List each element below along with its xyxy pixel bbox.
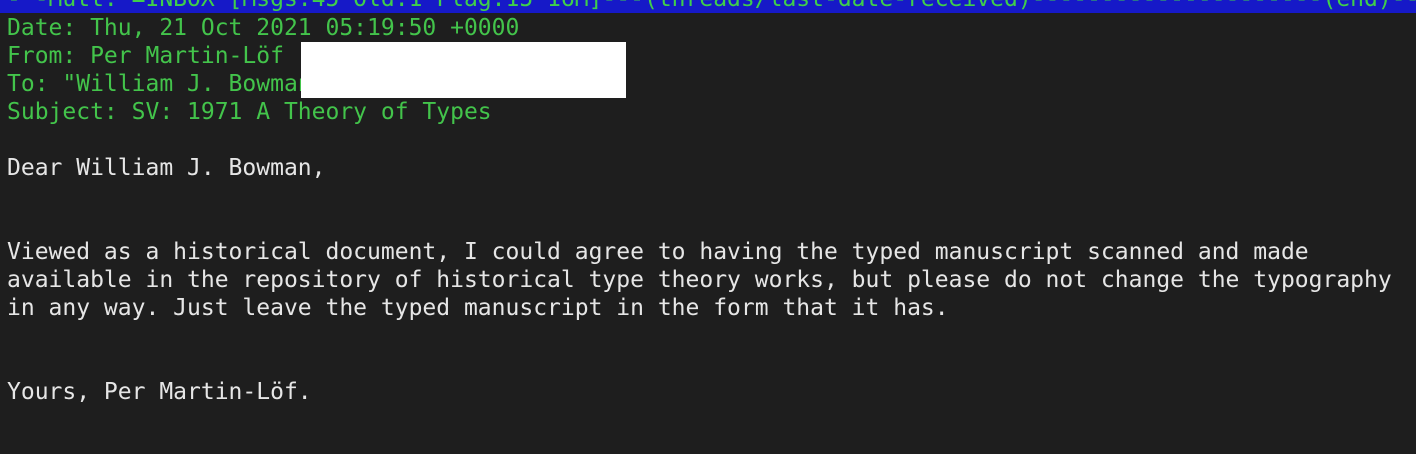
message-signature: Yours, Per Martin-Löf. — [7, 379, 312, 405]
message-greeting: Dear William J. Bowman, — [7, 155, 326, 181]
mutt-terminal-window: -*-Mutt: =INBOX [Msgs:45 Old:1 Flag:15 1… — [0, 0, 1416, 454]
header-subject: Subject: SV: 1971 A Theory of Types — [7, 99, 492, 125]
message-paragraph-line: available in the repository of historica… — [7, 267, 1392, 293]
header-to: To: "William J. Bowman" — [7, 71, 326, 97]
redaction-block-email — [301, 42, 626, 98]
header-date: Date: Thu, 21 Oct 2021 05:19:50 +0000 — [7, 15, 520, 41]
mutt-status-bar: -*-Mutt: =INBOX [Msgs:45 Old:1 Flag:15 1… — [0, 0, 1416, 13]
message-paragraph-line: Viewed as a historical document, I could… — [7, 239, 1309, 265]
header-from: From: Per Martin-Löf — [7, 43, 284, 69]
message-paragraph-line: in any way. Just leave the typed manuscr… — [7, 295, 949, 321]
